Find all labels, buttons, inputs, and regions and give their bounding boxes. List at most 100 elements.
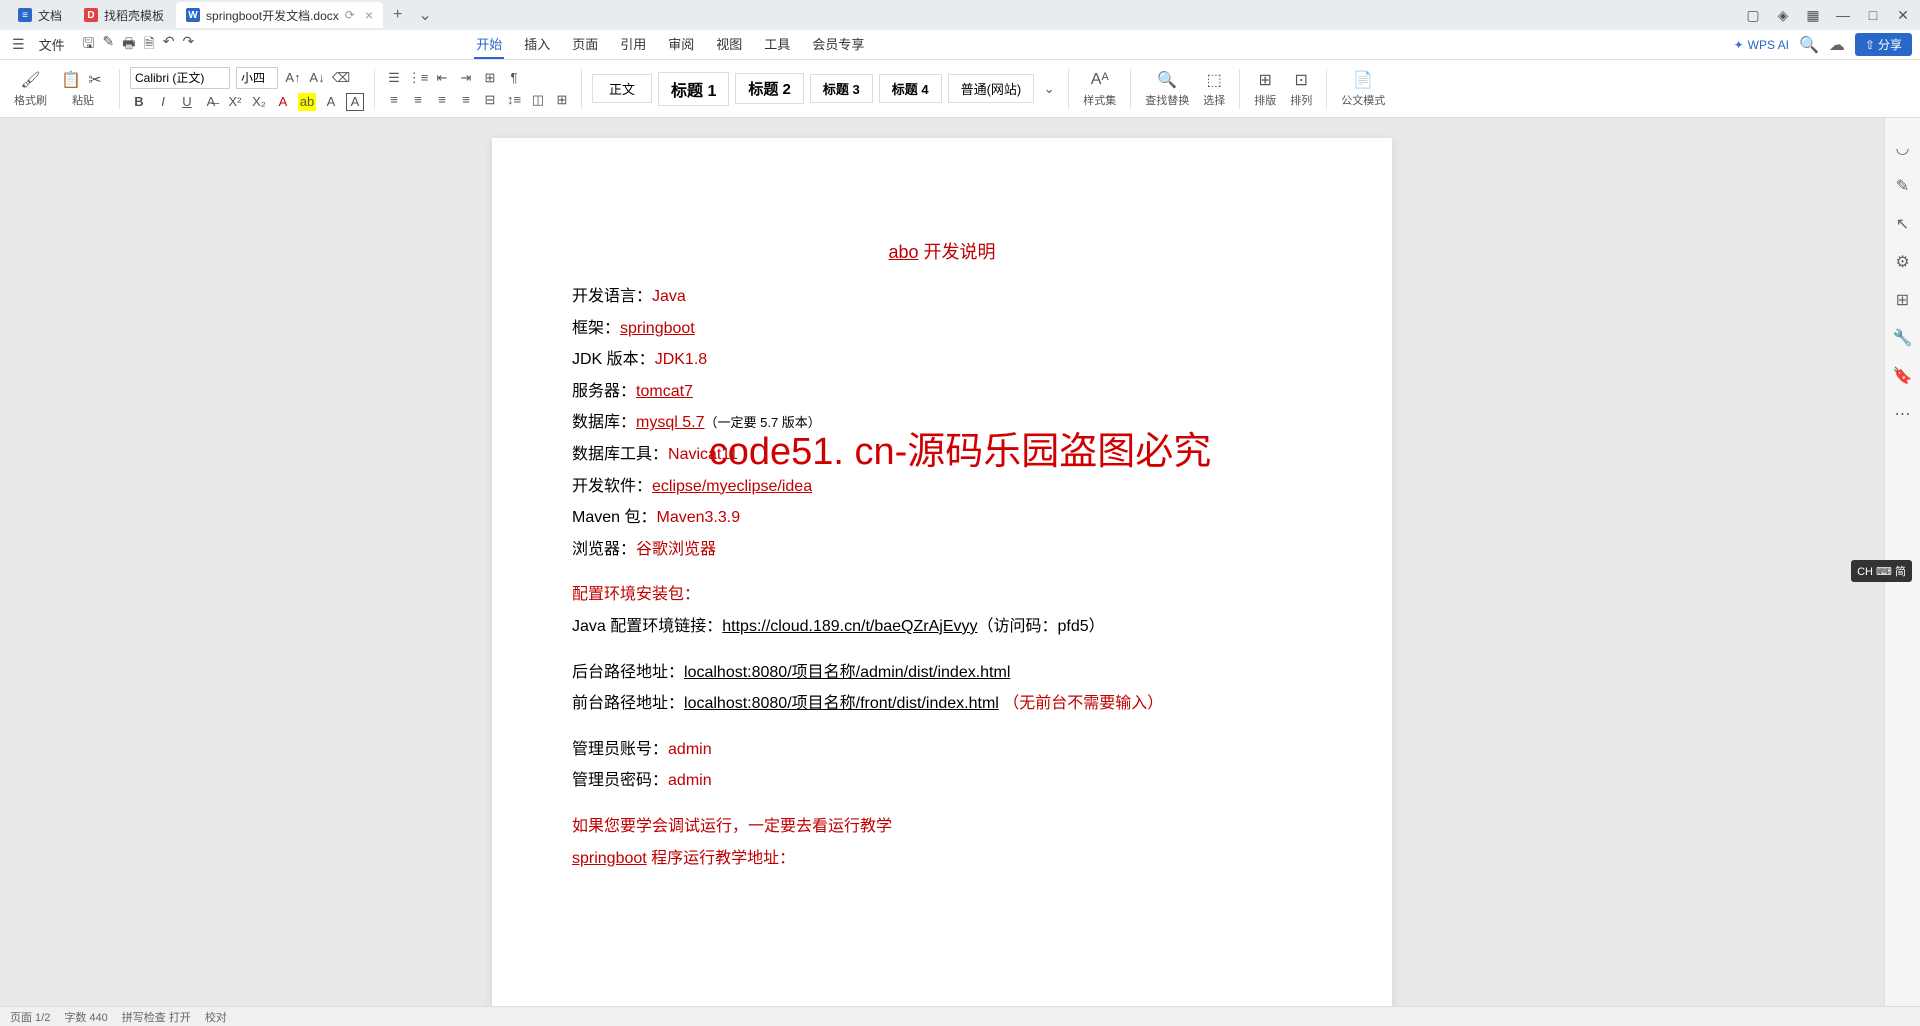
line-ide: 开发软件：eclipse/myeclipse/idea: [572, 474, 1312, 500]
align-justify-button[interactable]: ≡: [457, 91, 475, 109]
bookmark-icon[interactable]: 🔖: [1893, 366, 1913, 386]
status-words[interactable]: 字数 440: [64, 1009, 107, 1025]
superscript-button[interactable]: X²: [226, 93, 244, 111]
wps-ai-button[interactable]: ✦WPS AI: [1734, 38, 1789, 52]
more-icon[interactable]: ⋯: [1893, 404, 1913, 424]
borders-button[interactable]: ⊞: [553, 91, 571, 109]
line-maven: Maven 包：Maven3.3.9: [572, 505, 1312, 531]
select-group[interactable]: ⬚ 选择: [1199, 70, 1229, 108]
style-h2[interactable]: 标题 2: [735, 73, 804, 104]
font-name-select[interactable]: [130, 67, 230, 89]
style-more-button[interactable]: ⌄: [1040, 80, 1058, 98]
strikethrough-button[interactable]: A̶: [202, 93, 220, 111]
pencil-icon[interactable]: ✎: [1893, 176, 1913, 196]
font-size-select[interactable]: [236, 67, 278, 89]
line-browser: 浏览器：谷歌浏览器: [572, 537, 1312, 563]
tool-icon[interactable]: 🔧: [1893, 328, 1913, 348]
decrease-font-icon[interactable]: A↓: [308, 69, 326, 87]
search-icon[interactable]: 🔍: [1799, 35, 1819, 55]
cloud-icon[interactable]: ☁: [1829, 35, 1845, 55]
subscript-button[interactable]: X₂: [250, 93, 268, 111]
minimize-button[interactable]: —: [1834, 6, 1852, 24]
para-shading-button[interactable]: ◫: [529, 91, 547, 109]
line-spacing-button[interactable]: ↕≡: [505, 91, 523, 109]
status-page[interactable]: 页面 1/2: [10, 1009, 50, 1025]
close-icon[interactable]: ×: [365, 7, 373, 23]
distribute-button[interactable]: ⊟: [481, 91, 499, 109]
underline-button[interactable]: U: [178, 93, 196, 111]
show-marks-button[interactable]: ¶: [505, 69, 523, 87]
tab-label: springboot开发文档.docx: [206, 7, 339, 24]
menu-tab-start[interactable]: 开始: [474, 30, 504, 59]
share-button[interactable]: ⇧ 分享: [1855, 33, 1912, 56]
maximize-button[interactable]: □: [1864, 6, 1882, 24]
paste-icon: 📋: [61, 70, 81, 90]
paste-group[interactable]: 📋 ✂ 粘贴: [57, 70, 109, 108]
bullets-button[interactable]: ☰: [385, 69, 403, 87]
format-painter-group[interactable]: 🖌 格式刷: [10, 70, 51, 108]
new-tab-button[interactable]: +: [385, 6, 410, 24]
find-replace-group[interactable]: 🔍 查找替换: [1141, 70, 1193, 108]
menu-tab-tools[interactable]: 工具: [762, 30, 792, 59]
italic-button[interactable]: I: [154, 93, 172, 111]
document-page[interactable]: abo 开发说明 开发语言：Java 框架：springboot JDK 版本：…: [492, 138, 1392, 1006]
collapse-icon[interactable]: ◡: [1893, 138, 1913, 158]
sort-group[interactable]: ⊞ 排版: [1250, 70, 1280, 108]
tabs-button[interactable]: ⊞: [481, 69, 499, 87]
shading-button[interactable]: A: [322, 93, 340, 111]
tab-current-doc[interactable]: W springboot开发文档.docx ⟳ ×: [176, 2, 383, 28]
docmode-group[interactable]: 📄 公文模式: [1337, 70, 1389, 108]
menu-tab-review[interactable]: 审阅: [666, 30, 696, 59]
preview-icon[interactable]: 🗎: [143, 33, 154, 57]
menu-tab-member[interactable]: 会员专享: [810, 30, 866, 59]
numbering-button[interactable]: ⋮≡: [409, 69, 427, 87]
qat-icon-2[interactable]: ✎: [103, 33, 115, 57]
line-server: 服务器：tomcat7: [572, 379, 1312, 405]
hamburger-icon[interactable]: ☰: [8, 36, 29, 53]
menu-tab-view[interactable]: 视图: [714, 30, 744, 59]
tab-docs[interactable]: ≡ 文档: [8, 2, 72, 28]
clear-format-icon[interactable]: ⌫: [332, 69, 350, 87]
status-spell[interactable]: 拼写检查 打开: [122, 1009, 191, 1025]
font-color-button[interactable]: A: [274, 93, 292, 111]
menu-tab-page[interactable]: 页面: [570, 30, 600, 59]
redo-icon[interactable]: ↷: [182, 33, 194, 57]
align-left-button[interactable]: ≡: [385, 91, 403, 109]
style-body[interactable]: 正文: [592, 74, 652, 103]
close-button[interactable]: ✕: [1894, 6, 1912, 24]
window-btn-2[interactable]: ◈: [1774, 6, 1792, 24]
indent-left-button[interactable]: ⇤: [433, 69, 451, 87]
align-center-button[interactable]: ≡: [409, 91, 427, 109]
menu-tab-reference[interactable]: 引用: [618, 30, 648, 59]
print-icon[interactable]: 🖶: [122, 33, 135, 57]
tab-refresh-icon[interactable]: ⟳: [345, 8, 355, 22]
window-btn-3[interactable]: ▦: [1804, 6, 1822, 24]
style-normal[interactable]: 普通(网站): [948, 74, 1035, 103]
undo-icon[interactable]: ↶: [163, 33, 175, 57]
bold-button[interactable]: B: [130, 93, 148, 111]
align-right-button[interactable]: ≡: [433, 91, 451, 109]
cut-icon[interactable]: ✂: [85, 70, 105, 90]
status-proof[interactable]: 校对: [205, 1009, 227, 1025]
style-h4[interactable]: 标题 4: [879, 74, 942, 103]
line-admin-pass: 管理员密码：admin: [572, 768, 1312, 794]
style-h3[interactable]: 标题 3: [810, 74, 873, 103]
tab-menu-button[interactable]: ⌄: [410, 5, 439, 25]
layout-icon[interactable]: ⊞: [1893, 290, 1913, 310]
settings-icon[interactable]: ⚙: [1893, 252, 1913, 272]
indent-right-button[interactable]: ⇥: [457, 69, 475, 87]
cursor-icon[interactable]: ↖: [1893, 214, 1913, 234]
highlight-button[interactable]: ab: [298, 93, 316, 111]
tab-template[interactable]: D 找稻壳模板: [74, 2, 174, 28]
menu-tab-insert[interactable]: 插入: [522, 30, 552, 59]
char-border-button[interactable]: A: [346, 93, 364, 111]
save-icon[interactable]: 🖫: [83, 33, 95, 57]
style-h1[interactable]: 标题 1: [658, 72, 729, 106]
arrange-group[interactable]: ⊡ 排列: [1286, 70, 1316, 108]
style-pane-group[interactable]: Aᴬ 样式集: [1079, 70, 1120, 108]
window-btn-1[interactable]: ▢: [1744, 6, 1762, 24]
ime-indicator: CH ⌨ 简: [1851, 560, 1912, 582]
file-menu[interactable]: 文件: [33, 35, 71, 54]
increase-font-icon[interactable]: A↑: [284, 69, 302, 87]
document-area[interactable]: abo 开发说明 开发语言：Java 框架：springboot JDK 版本：…: [0, 118, 1884, 1006]
